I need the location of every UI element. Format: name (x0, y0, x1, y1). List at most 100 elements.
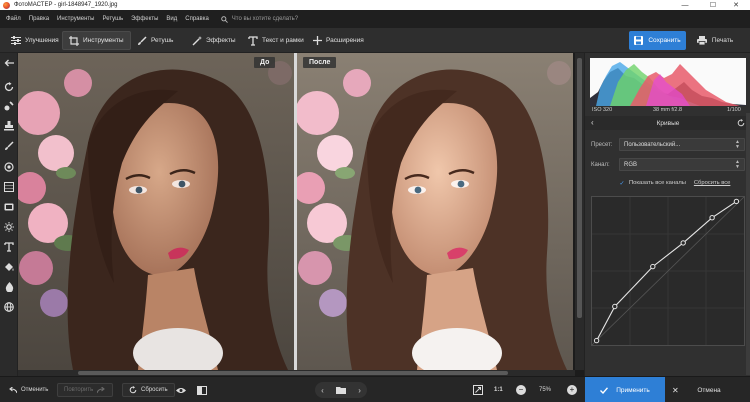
preview-toggle[interactable] (176, 383, 190, 397)
portrait-image-after (297, 53, 573, 370)
curve-control-point[interactable] (593, 337, 600, 344)
tab-extensions[interactable]: Расширения (306, 31, 370, 50)
curve-control-point[interactable] (733, 198, 740, 205)
tab-retouch[interactable]: Ретушь (131, 31, 179, 50)
tab-tools[interactable]: Инструменты (62, 31, 131, 50)
curve-control-point[interactable] (650, 263, 656, 270)
menu-tools[interactable]: Инструменты (57, 16, 94, 22)
histogram (590, 58, 746, 106)
image-canvas[interactable]: До После (18, 53, 584, 376)
compare-toggle[interactable] (197, 383, 211, 397)
tool-text[interactable] (3, 241, 15, 253)
menu-bar: Файл Правка Инструменты Ретушь Эффекты В… (0, 10, 750, 28)
gradient-icon (4, 182, 14, 192)
channel-row: Канал: RGB ▲ ▼ (591, 157, 745, 172)
portrait-image-before (18, 53, 294, 370)
adjustments-panel: ISO 320 38 mm f/2.8 1/100 ‹ Кривые Пресе… (584, 53, 750, 376)
scroll-thumb[interactable] (78, 371, 508, 375)
tool-gradient[interactable] (3, 181, 15, 193)
drop-icon (5, 282, 13, 292)
channel-value: RGB (624, 161, 638, 168)
actual-size-button[interactable]: 1:1 (494, 383, 503, 397)
back-chevron-icon[interactable]: ‹ (591, 118, 594, 127)
menu-edit[interactable]: Правка (29, 16, 49, 22)
after-photo[interactable]: После (297, 53, 573, 370)
tool-globe[interactable] (3, 301, 15, 313)
curve-control-point[interactable] (612, 303, 618, 310)
zoom-out-button[interactable]: − (516, 385, 526, 395)
apply-button[interactable]: Применить (585, 377, 665, 402)
folder-icon[interactable] (336, 386, 346, 394)
preset-select[interactable]: Пользовательский... ▲ ▼ (619, 138, 745, 151)
prev-chevron-icon[interactable]: ‹ (321, 386, 324, 395)
next-chevron-icon[interactable]: › (358, 386, 361, 395)
floppy-icon (634, 36, 644, 45)
preset-value: Пользовательский... (624, 141, 681, 148)
stamp-icon (4, 121, 14, 131)
plus-icon (312, 36, 322, 46)
canvas-vertical-scrollbar[interactable] (575, 53, 584, 370)
tab-label: Улучшения (25, 37, 59, 44)
tool-radial[interactable] (3, 161, 15, 173)
print-button[interactable]: Печать (689, 31, 741, 50)
menu-help[interactable]: Справка (185, 16, 209, 22)
curves-editor[interactable] (591, 196, 745, 346)
tool-strip (0, 53, 18, 376)
tool-light[interactable] (3, 221, 15, 233)
tab-effects[interactable]: Эффекты (186, 31, 242, 50)
close-window-button[interactable]: ✕ (722, 0, 750, 10)
save-button[interactable]: Сохранить (629, 31, 686, 50)
redo-button[interactable]: Повторить (57, 383, 114, 397)
print-label: Печать (711, 37, 734, 44)
main-toolbar: Улучшения Инструменты Ретушь Эффекты Тек… (0, 28, 750, 53)
show-all-channels-checkbox[interactable]: ✓ (619, 180, 625, 187)
tool-fill[interactable] (3, 261, 15, 273)
tool-back[interactable] (3, 57, 15, 69)
panel-scrollbar[interactable] (746, 113, 750, 375)
curve-graph[interactable] (591, 196, 745, 346)
save-label: Сохранить (648, 37, 681, 44)
minimize-button[interactable]: — (671, 0, 699, 10)
reset-all-link[interactable]: Сбросить все (694, 180, 731, 186)
after-label: После (303, 57, 337, 68)
zoom-in-button[interactable]: + (567, 385, 577, 395)
undo-button[interactable]: Отменить (8, 383, 48, 397)
menu-view[interactable]: Вид (166, 16, 177, 22)
tab-label: Инструменты (83, 37, 124, 44)
reset-button[interactable]: Сбросить (122, 383, 175, 397)
window-title: ФотоМАСТЕР - girl-1848947_1920.jpg (14, 2, 118, 8)
channel-select[interactable]: RGB ▲ ▼ (619, 158, 745, 171)
brush-icon (5, 141, 14, 150)
tab-label: Эффекты (206, 37, 236, 44)
menu-retouch[interactable]: Ретушь (102, 16, 123, 22)
tool-frame[interactable] (3, 201, 15, 213)
scroll-thumb[interactable] (577, 58, 582, 318)
iso-value: ISO 320 (592, 107, 613, 113)
cancel-button[interactable]: ✕ Отмена (668, 377, 750, 402)
tab-enhancements[interactable]: Улучшения (5, 31, 65, 50)
command-search[interactable]: Что вы хотите сделать? (221, 15, 299, 23)
fill-icon (5, 263, 14, 271)
tool-rotate[interactable] (3, 81, 15, 93)
globe-icon (4, 302, 14, 312)
reset-icon[interactable] (737, 119, 745, 127)
fit-to-screen-button[interactable] (473, 383, 487, 397)
before-photo[interactable]: До (18, 53, 294, 370)
zoom-value[interactable]: 75% (539, 383, 551, 397)
tool-drop[interactable] (3, 281, 15, 293)
tool-stamp[interactable] (3, 120, 15, 132)
text-icon (4, 242, 14, 252)
text-icon (248, 35, 258, 46)
updown-chevron-icon: ▲ ▼ (735, 139, 740, 150)
curve-control-point[interactable] (709, 215, 715, 221)
back-arrow-icon (4, 59, 14, 67)
tab-text-frames[interactable]: Текст и рамки (242, 31, 310, 50)
curve-control-point[interactable] (680, 240, 686, 246)
menu-file[interactable]: Файл (6, 16, 21, 22)
tool-heal[interactable] (3, 100, 15, 112)
tool-brush[interactable] (3, 140, 15, 152)
menu-effects[interactable]: Эффекты (131, 16, 158, 22)
shutter-value: 1/100 (727, 107, 741, 113)
show-all-channels-label[interactable]: Показать все каналы (629, 180, 686, 186)
search-placeholder: Что вы хотите сделать? (231, 16, 299, 22)
